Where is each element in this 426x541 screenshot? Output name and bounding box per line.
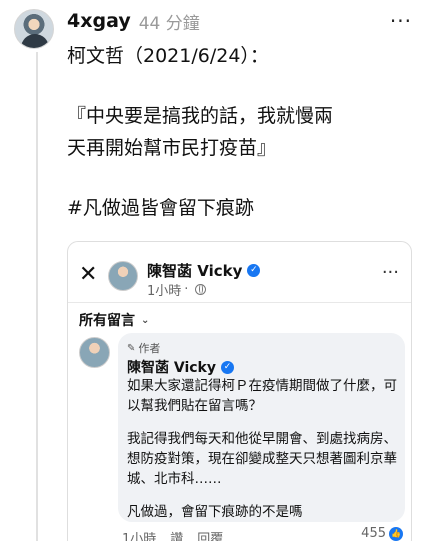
page-name-text: 陳智菡 Vicky bbox=[147, 262, 243, 280]
globe-icon bbox=[195, 284, 207, 295]
username[interactable]: 4xgay bbox=[67, 10, 131, 32]
comment-text: 如果大家還記得柯Ｐ在疫情期間做了什麼，可以幫我們貼在留言嗎？ 我記得我們每天和他… bbox=[127, 376, 399, 522]
comment-time: 1小時 bbox=[122, 532, 157, 541]
comment-paragraph: 我記得我們每天和他從早開會、到處找病房、想防疫對策，現在卻變成整天只想著圖利京華… bbox=[127, 431, 397, 487]
post-line: 『中央要是搞我的話，我就慢兩 bbox=[67, 105, 334, 127]
reaction-summary[interactable]: 455 👍 bbox=[361, 526, 403, 541]
comment-author-name: 陳智菡 Vicky bbox=[127, 360, 216, 376]
post-meta: 1小時 · bbox=[147, 280, 207, 299]
post-hashtag[interactable]: #凡做過皆會留下痕跡 bbox=[67, 192, 417, 224]
filter-label: 所有留言 bbox=[79, 313, 135, 329]
post-line: 柯文哲（2021/6/24）： bbox=[67, 45, 269, 67]
verified-icon: ✓ bbox=[221, 360, 234, 374]
like-button[interactable]: 讚 bbox=[170, 528, 183, 541]
close-icon[interactable]: ✕ bbox=[79, 264, 97, 286]
comment-actions: 1小時 讚 回覆 bbox=[122, 528, 223, 541]
avatar[interactable] bbox=[14, 9, 54, 49]
author-badge: ✎ 作者 bbox=[127, 340, 160, 356]
reply-button[interactable]: 回覆 bbox=[197, 528, 223, 541]
reaction-count: 455 bbox=[361, 526, 386, 541]
chevron-down-icon: ⌄ bbox=[141, 314, 150, 326]
verified-icon: ✓ bbox=[247, 264, 261, 277]
comments-filter[interactable]: 所有留言 ⌄ bbox=[79, 310, 149, 330]
more-options-icon[interactable]: ··· bbox=[390, 9, 412, 33]
page-name[interactable]: 陳智菡 Vicky ✓ bbox=[147, 260, 261, 281]
comment-paragraph: 凡做過，會留下痕跡的不是嗎 bbox=[127, 504, 303, 520]
divider bbox=[68, 302, 411, 303]
post-line: 天再開始幫市民打疫苗』 bbox=[67, 137, 277, 159]
fb-post-header: ✕ 陳智菡 Vicky ✓ 1小時 · ··· bbox=[68, 242, 411, 302]
comment-bubble: ✎ 作者 陳智菡 Vicky ✓ 如果大家還記得柯Ｐ在疫情期間做了什麼，可以幫我… bbox=[118, 333, 405, 522]
post-time: 44 分鐘 bbox=[138, 13, 200, 34]
thread-line bbox=[36, 52, 38, 541]
pencil-icon: ✎ bbox=[127, 342, 136, 354]
comment-avatar[interactable] bbox=[79, 337, 110, 368]
comment-author[interactable]: 陳智菡 Vicky ✓ bbox=[127, 357, 234, 377]
page-avatar[interactable] bbox=[108, 261, 138, 291]
comment-paragraph: 如果大家還記得柯Ｐ在疫情期間做了什麼，可以幫我們貼在留言嗎？ bbox=[127, 378, 397, 414]
post-text: 柯文哲（2021/6/24）： 『中央要是搞我的話，我就慢兩 天再開始幫市民打疫… bbox=[67, 40, 417, 224]
post-header: 4xgay 44 分鐘 ··· bbox=[67, 8, 412, 34]
posted-time: 1小時 bbox=[147, 284, 182, 299]
more-options-icon[interactable]: ··· bbox=[382, 262, 399, 283]
author-badge-label: 作者 bbox=[138, 342, 161, 355]
like-icon: 👍 bbox=[389, 526, 403, 541]
embedded-screenshot[interactable]: ✕ 陳智菡 Vicky ✓ 1小時 · ··· 所有留言 ⌄ ✎ 作者 陳智菡 … bbox=[67, 241, 412, 541]
